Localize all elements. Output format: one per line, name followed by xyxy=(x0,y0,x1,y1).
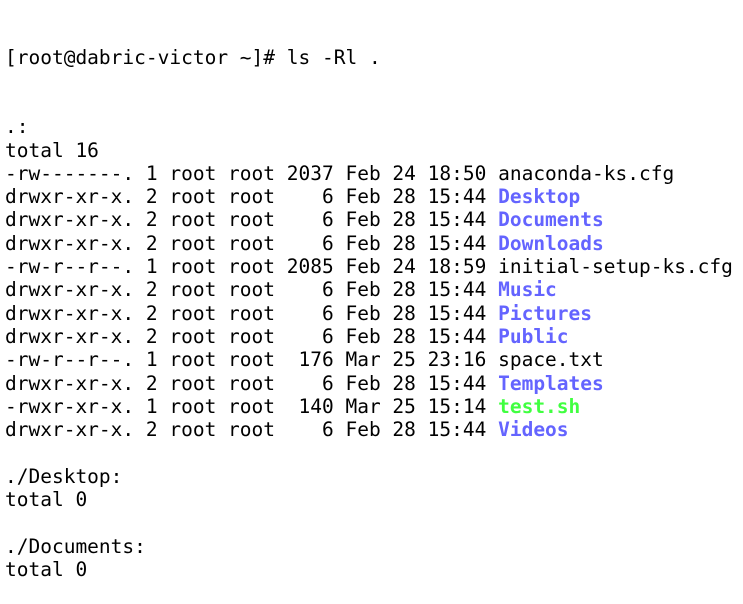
total-line: total 0 xyxy=(5,557,88,581)
section-header: ./Desktop: xyxy=(5,464,123,488)
directory-name: Templates xyxy=(498,371,604,395)
file-metadata: drwxr-xr-x. 2 root root 6 Feb 28 15:44 xyxy=(5,301,499,325)
file-row: drwxr-xr-x. 2 root root 6 Feb 28 15:44 P… xyxy=(5,325,743,348)
file-metadata: drwxr-xr-x. 2 root root 6 Feb 28 15:44 xyxy=(5,185,499,209)
file-row: drwxr-xr-x. 2 root root 6 Feb 28 15:44 T… xyxy=(5,372,743,395)
file-row: -rw-r--r--. 1 root root 176 Mar 25 23:16… xyxy=(5,348,743,371)
directory-name: Desktop xyxy=(498,185,581,209)
file-metadata: -rw-r--r--. 1 root root 2085 Feb 24 18:5… xyxy=(5,255,499,279)
file-row: drwxr-xr-x. 2 root root 6 Feb 28 15:44 P… xyxy=(5,302,743,325)
command-line: [root@dabric-victor ~]# ls -Rl . xyxy=(5,46,743,69)
shell-prompt: [root@dabric-victor ~]# xyxy=(5,46,287,69)
file-metadata: drwxr-xr-x. 2 root root 6 Feb 28 15:44 xyxy=(5,278,499,302)
file-row: drwxr-xr-x. 2 root root 6 Feb 28 15:44 D… xyxy=(5,185,743,208)
file-name: space.txt xyxy=(498,348,604,372)
directory-name: Downloads xyxy=(498,231,604,255)
file-row: drwxr-xr-x. 2 root root 6 Feb 28 15:44 M… xyxy=(5,278,743,301)
file-metadata: -rwxr-xr-x. 1 root root 140 Mar 25 15:14 xyxy=(5,394,499,418)
executable-name: test.sh xyxy=(498,394,581,418)
file-metadata: -rw-r--r--. 1 root root 176 Mar 25 23:16 xyxy=(5,348,499,372)
file-row: -rw-------. 1 root root 2037 Feb 24 18:5… xyxy=(5,162,743,185)
file-name: anaconda-ks.cfg xyxy=(498,161,675,185)
directory-name: Pictures xyxy=(498,301,593,325)
section-header: ./Documents: xyxy=(5,534,146,558)
listing-sections: .: total 16 -rw-------. 1 root root 2037 F… xyxy=(5,115,743,581)
file-name: initial-setup-ks.cfg xyxy=(498,255,733,279)
directory-name: Documents xyxy=(498,208,604,232)
file-row: drwxr-xr-x. 2 root root 6 Feb 28 15:44 D… xyxy=(5,232,743,255)
file-metadata: drwxr-xr-x. 2 root root 6 Feb 28 15:44 xyxy=(5,324,499,348)
file-metadata: drwxr-xr-x. 2 root root 6 Feb 28 15:44 xyxy=(5,418,499,442)
command-text: ls -Rl . xyxy=(286,46,381,69)
file-metadata: drwxr-xr-x. 2 root root 6 Feb 28 15:44 xyxy=(5,208,499,232)
file-metadata: -rw-------. 1 root root 2037 Feb 24 18:5… xyxy=(5,161,499,185)
file-metadata: drwxr-xr-x. 2 root root 6 Feb 28 15:44 xyxy=(5,371,499,395)
terminal-output[interactable]: [root@dabric-victor ~]# ls -Rl . .: total… xyxy=(0,0,743,604)
directory-name: Videos xyxy=(498,418,569,442)
file-row: drwxr-xr-x. 2 root root 6 Feb 28 15:44 V… xyxy=(5,418,743,441)
file-row: -rwxr-xr-x. 1 root root 140 Mar 25 15:14… xyxy=(5,395,743,418)
directory-name: Music xyxy=(498,278,557,302)
file-row: drwxr-xr-x. 2 root root 6 Feb 28 15:44 D… xyxy=(5,208,743,231)
total-line: total 16 xyxy=(5,138,99,162)
directory-name: Public xyxy=(498,324,569,348)
section-header: .: xyxy=(5,115,29,139)
file-row: -rw-r--r--. 1 root root 2085 Feb 24 18:5… xyxy=(5,255,743,278)
file-metadata: drwxr-xr-x. 2 root root 6 Feb 28 15:44 xyxy=(5,231,499,255)
